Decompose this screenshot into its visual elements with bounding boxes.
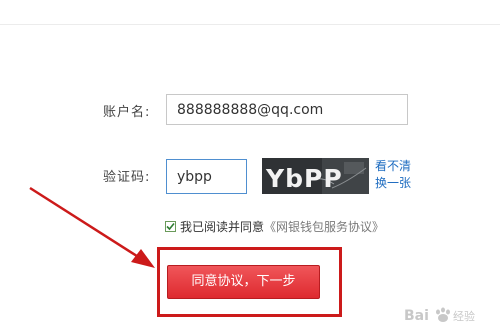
registration-page: 账户名: 验证码: YbPP 看不清 换一张 我已阅读并同意 《网银钱包服务协议…	[0, 0, 500, 330]
captcha-refresh-link[interactable]: 看不清 换一张	[375, 158, 415, 192]
top-divider	[0, 24, 500, 25]
checkmark-icon	[166, 222, 175, 230]
account-label: 账户名:	[103, 105, 151, 120]
captcha-refresh-line2: 换一张	[375, 176, 412, 190]
captcha-refresh-line1: 看不清	[375, 159, 412, 173]
captcha-input[interactable]	[166, 159, 247, 194]
svg-text:经验: 经验	[453, 309, 475, 323]
account-input[interactable]	[166, 94, 408, 125]
agree-checkbox[interactable]	[165, 220, 176, 232]
baidu-watermark: Bai 经验	[404, 304, 494, 326]
agree-next-button[interactable]: 同意协议，下一步	[167, 265, 320, 299]
captcha-image[interactable]: YbPP	[262, 158, 369, 194]
svg-text:Bai: Bai	[404, 308, 429, 324]
captcha-image-text: YbPP	[265, 164, 343, 193]
agreement-row: 我已阅读并同意 《网银钱包服务协议》	[165, 218, 384, 234]
agree-text: 我已阅读并同意	[180, 219, 265, 234]
service-agreement-link[interactable]: 《网银钱包服务协议》	[264, 218, 384, 235]
captcha-label: 验证码:	[103, 170, 151, 185]
baidu-logo: Bai 经验	[404, 307, 475, 324]
